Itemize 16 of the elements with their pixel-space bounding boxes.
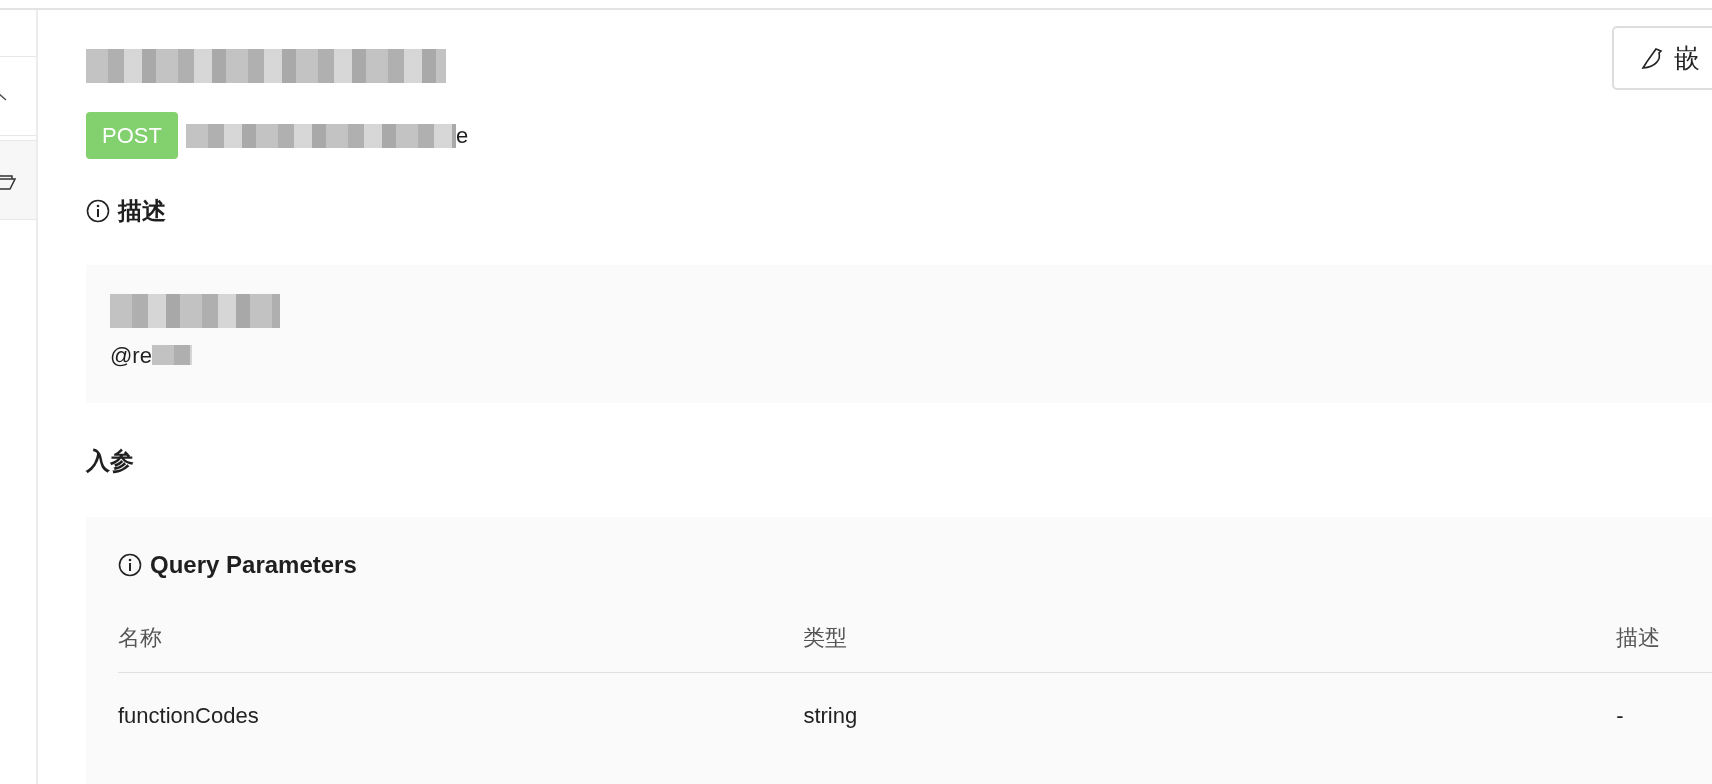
method-badge: POST: [86, 112, 178, 159]
panel-title: Query Parameters: [150, 550, 357, 580]
table-cell: functionCodes: [118, 672, 804, 750]
column-header: 类型: [803, 599, 1617, 673]
info-icon: [86, 199, 110, 223]
column-header: 描述: [1616, 599, 1712, 673]
redacted-text: [151, 345, 192, 365]
section-heading: 入参: [86, 446, 135, 476]
table-cell: -: [1616, 672, 1712, 750]
column-header: 名称: [118, 599, 804, 673]
embed-button[interactable]: 嵌: [1612, 26, 1712, 90]
table-cell: string: [803, 672, 1617, 750]
description-text: @re: [110, 341, 152, 370]
section-heading: 描述: [118, 196, 166, 226]
info-icon: [118, 553, 142, 577]
path-text: e: [455, 122, 469, 150]
